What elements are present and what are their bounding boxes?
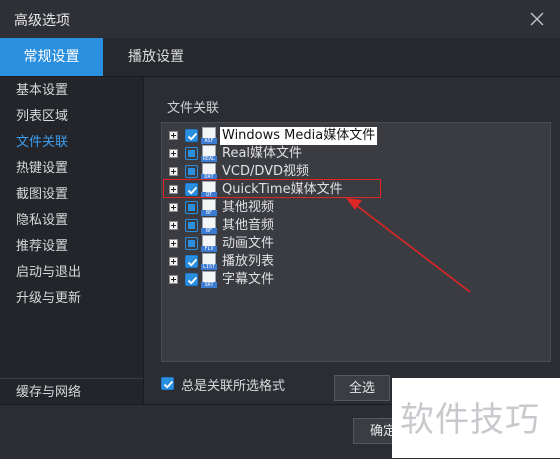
watermark-text: 软件技巧 xyxy=(400,400,540,440)
select-all-button[interactable]: 全选 xyxy=(334,375,390,401)
always-associate-checkbox[interactable] xyxy=(161,377,174,390)
always-associate-label: 总是关联所选格式 xyxy=(181,379,286,394)
watermark: 软件技巧 xyxy=(392,378,560,458)
check-icon xyxy=(163,380,174,389)
